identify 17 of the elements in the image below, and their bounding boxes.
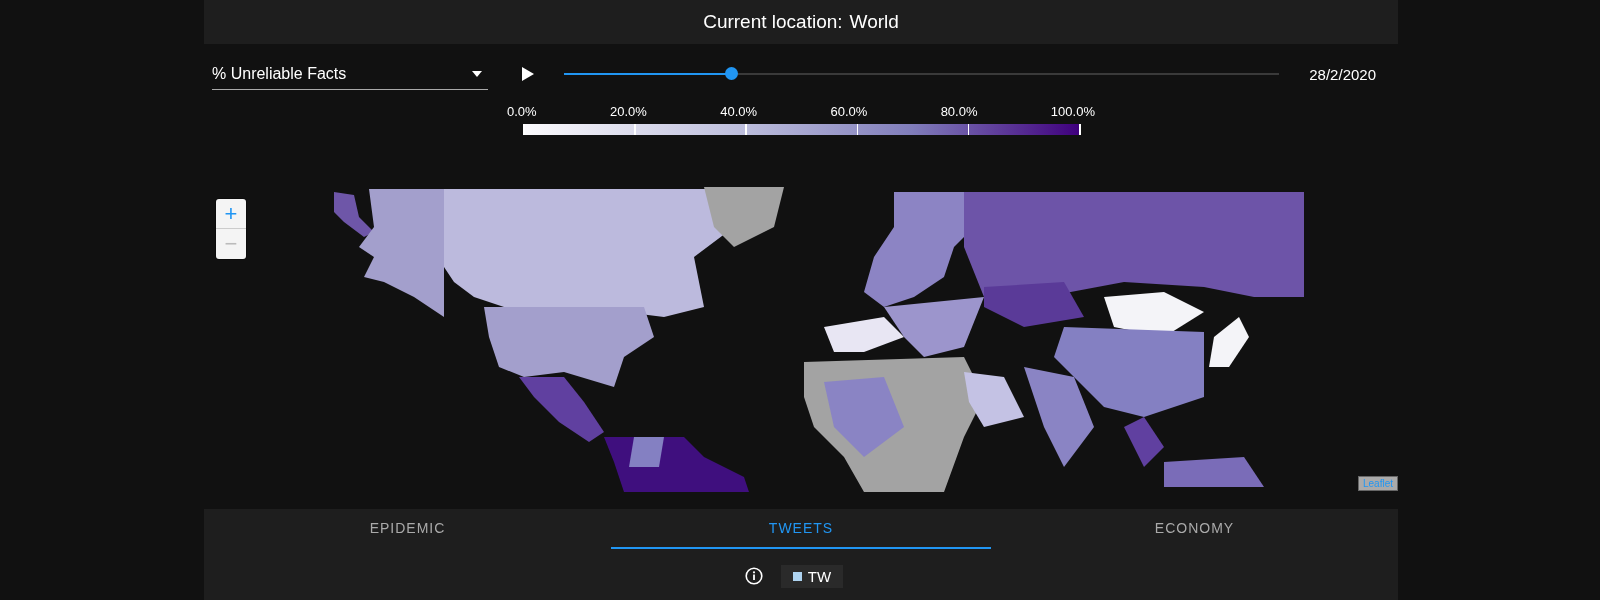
- metric-select[interactable]: % Unreliable Facts: [212, 58, 488, 90]
- location-value: World: [849, 11, 899, 33]
- legend-tick-label: 40.0%: [720, 104, 758, 119]
- play-icon: [522, 67, 534, 81]
- legend-tick-label: 60.0%: [830, 104, 868, 119]
- legend-tick-label: 0.0%: [507, 104, 537, 119]
- tab[interactable]: EPIDEMIC: [204, 509, 611, 549]
- series-chip[interactable]: TW: [780, 564, 844, 588]
- tab[interactable]: ECONOMY: [991, 509, 1398, 549]
- caret-icon: [472, 70, 482, 77]
- slider-thumb[interactable]: [724, 67, 738, 80]
- legend-tick-label: 20.0%: [610, 104, 647, 119]
- legend-tick-label: 100.0%: [1050, 104, 1095, 119]
- location-label: Current location:: [703, 11, 843, 33]
- date-label: 28/2/2020: [1309, 65, 1376, 83]
- legend-tick-label: 80.0%: [940, 104, 978, 119]
- info-icon[interactable]: [744, 567, 763, 585]
